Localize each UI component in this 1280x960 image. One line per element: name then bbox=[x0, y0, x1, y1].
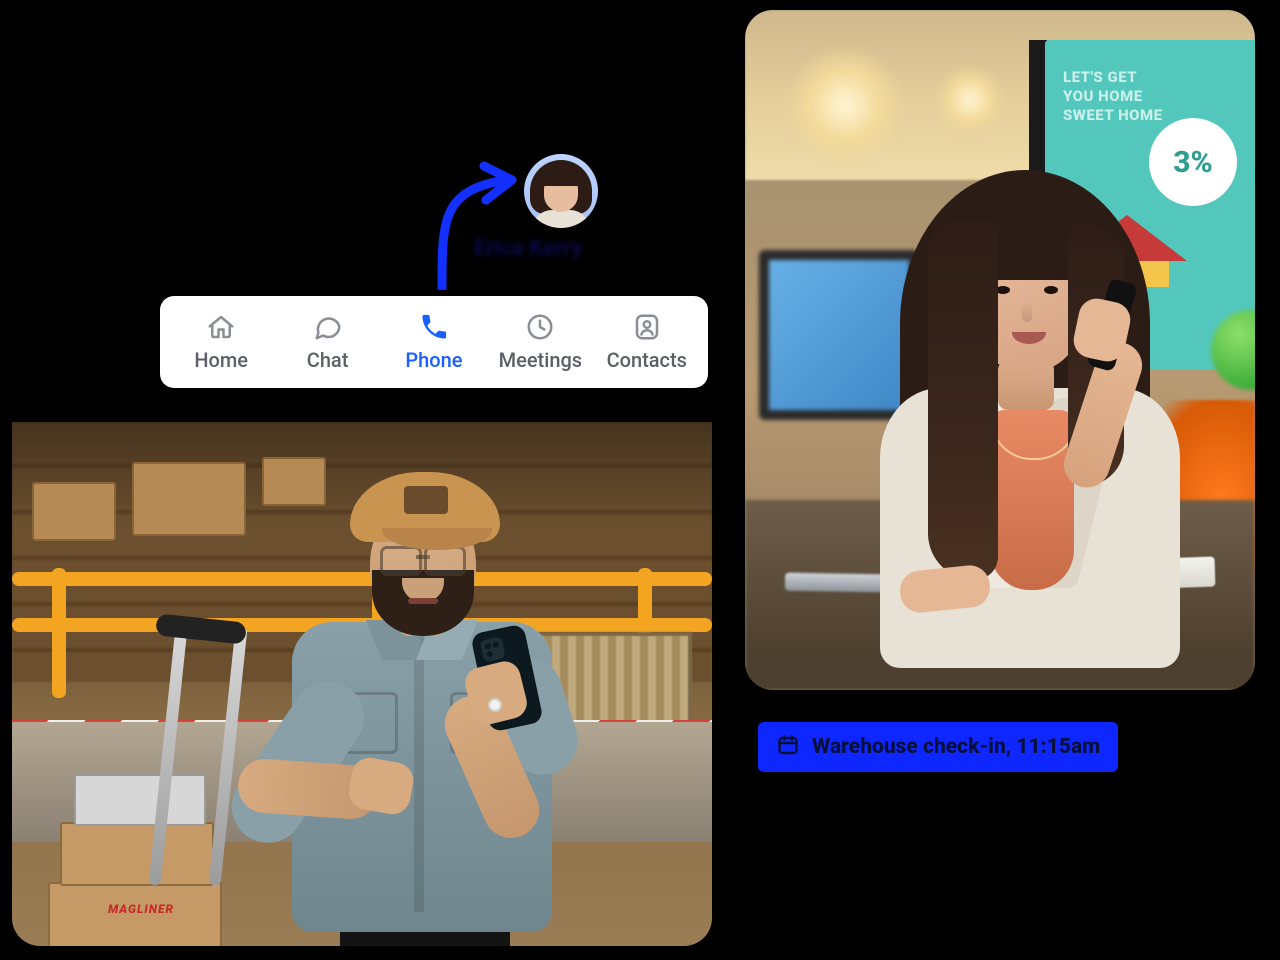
person-warehouse bbox=[232, 442, 612, 946]
poster-line: LET'S GET bbox=[1063, 68, 1163, 87]
nav-chat[interactable]: Chat bbox=[286, 312, 370, 372]
nav-label: Contacts bbox=[607, 348, 687, 372]
person-office bbox=[840, 130, 1200, 650]
calendar-icon bbox=[776, 733, 800, 761]
marketing-composite: LET'S GET YOU HOME SWEET HOME 3% bbox=[0, 0, 1280, 960]
photo-warehouse-worker: MAGLINER bbox=[12, 422, 712, 946]
cart-brand-label: MAGLINER bbox=[108, 902, 174, 916]
calendar-event-chip[interactable]: Warehouse check-in, 11:15am bbox=[758, 722, 1118, 772]
nav-label: Meetings bbox=[499, 348, 582, 372]
nav-label: Chat bbox=[307, 348, 349, 372]
poster-line: YOU HOME bbox=[1063, 87, 1163, 106]
poster-line: SWEET HOME bbox=[1063, 106, 1163, 125]
event-label: Warehouse check-in, 11:15am bbox=[812, 735, 1100, 759]
nav-meetings[interactable]: Meetings bbox=[498, 312, 582, 372]
nav-home[interactable]: Home bbox=[179, 312, 263, 372]
nav-label: Home bbox=[194, 348, 248, 372]
nav-phone[interactable]: Phone bbox=[392, 312, 476, 372]
home-icon bbox=[206, 312, 236, 342]
app-bottom-nav: Home Chat Phone Meetings Contacts bbox=[160, 296, 708, 388]
nav-contacts[interactable]: Contacts bbox=[605, 312, 689, 372]
contact-avatar bbox=[524, 154, 598, 228]
phone-icon bbox=[419, 312, 449, 342]
photo-office-woman: LET'S GET YOU HOME SWEET HOME 3% bbox=[745, 10, 1255, 690]
chat-icon bbox=[313, 312, 343, 342]
clock-icon bbox=[525, 312, 555, 342]
contact-icon bbox=[632, 312, 662, 342]
nav-label: Phone bbox=[405, 348, 462, 372]
contact-name: Erica Kerry bbox=[474, 236, 583, 261]
arrow-icon bbox=[426, 150, 546, 290]
